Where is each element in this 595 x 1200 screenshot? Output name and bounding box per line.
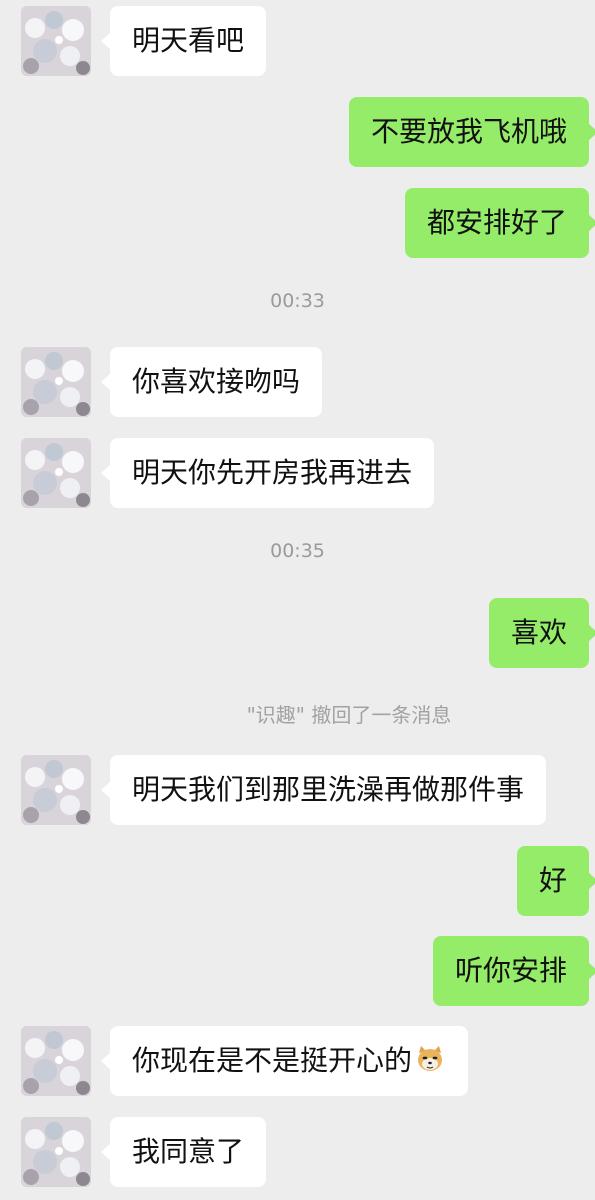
message-text: 都安排好了	[426, 206, 567, 239]
message-bubble[interactable]: 明天看吧	[100, 6, 267, 76]
message-text: 不要放我飞机哦	[370, 115, 567, 148]
message-text: 喜欢	[510, 616, 567, 649]
timestamp: 00:35	[270, 540, 325, 562]
message-text: 听你安排	[454, 954, 567, 987]
message-bubble-self[interactable]: 不要放我飞机哦	[348, 97, 595, 167]
message-text: 你喜欢接吻吗	[132, 365, 301, 398]
message-text: 明天看吧	[132, 24, 245, 57]
message-bubble[interactable]: 我同意了	[100, 1117, 267, 1187]
message-text: 你现在是不是挺开心的	[132, 1044, 413, 1077]
message-bubble-self[interactable]: 喜欢	[488, 598, 595, 668]
doge-emoji-icon	[414, 1031, 446, 1071]
message-text: 我同意了	[132, 1135, 245, 1168]
chat-area[interactable]: 明天看吧 不要放我飞机哦 都安排好了 00:33 你喜欢接吻吗 明天你先开房我再…	[0, 0, 595, 1200]
contact-avatar[interactable]	[21, 1117, 91, 1187]
contact-avatar[interactable]	[21, 347, 91, 417]
message-bubble-self[interactable]: 听你安排	[432, 936, 595, 1006]
message-text: 明天你先开房我再进去	[132, 456, 413, 489]
message-bubble-self[interactable]: 好	[516, 846, 595, 916]
timestamp: 00:33	[270, 290, 325, 312]
message-text: 好	[538, 864, 567, 897]
contact-avatar[interactable]	[21, 6, 91, 76]
message-bubble[interactable]: 你喜欢接吻吗	[100, 347, 323, 417]
contact-avatar[interactable]	[21, 1026, 91, 1096]
message-bubble[interactable]: 你现在是不是挺开心的	[100, 1026, 469, 1096]
contact-avatar[interactable]	[21, 755, 91, 825]
contact-avatar[interactable]	[21, 438, 91, 508]
message-bubble-self[interactable]: 都安排好了	[404, 188, 595, 258]
recall-notice: "识趣" 撤回了一条消息	[246, 703, 452, 727]
message-text: 明天我们到那里洗澡再做那件事	[132, 773, 525, 806]
message-bubble[interactable]: 明天我们到那里洗澡再做那件事	[100, 755, 547, 825]
message-bubble[interactable]: 明天你先开房我再进去	[100, 438, 435, 508]
